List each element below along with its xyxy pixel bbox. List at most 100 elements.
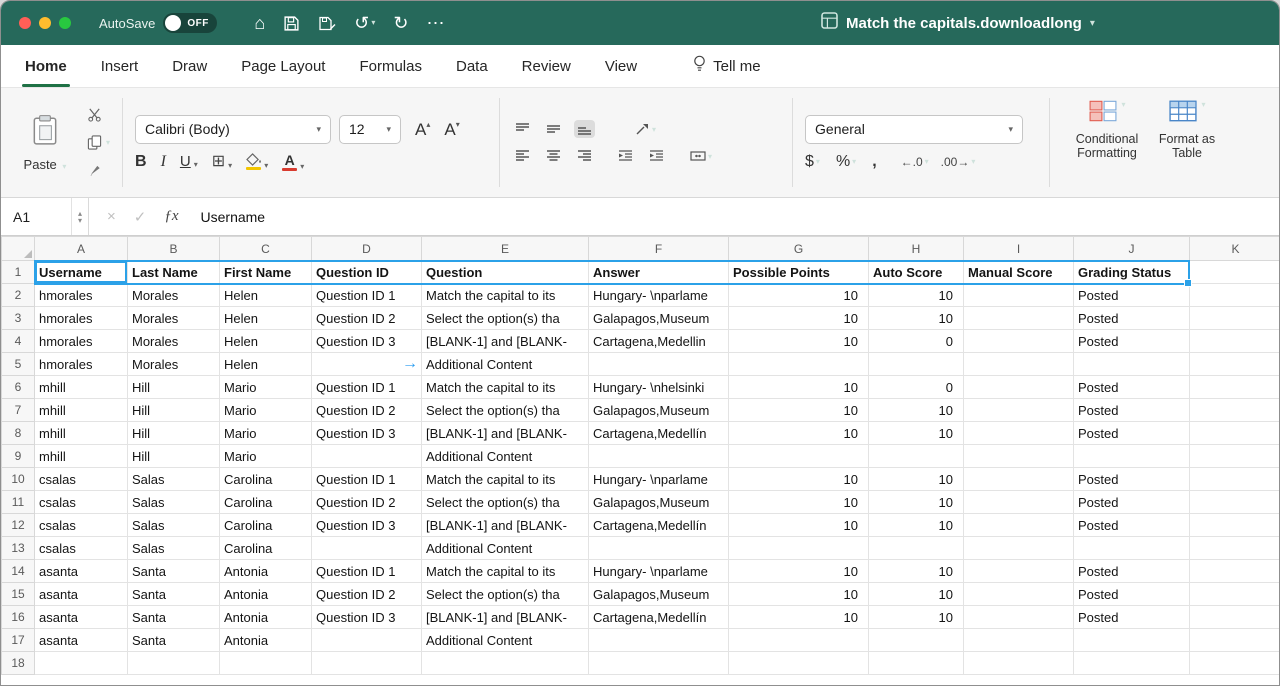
cell-K3[interactable]	[1190, 307, 1280, 330]
cell-D4[interactable]: Question ID 3	[312, 330, 422, 353]
cell-C13[interactable]: Carolina	[220, 537, 312, 560]
cell-B18[interactable]	[128, 652, 220, 675]
undo-button[interactable]: ↺▾	[354, 14, 375, 32]
cell-D18[interactable]	[312, 652, 422, 675]
cell-A11[interactable]: csalas	[35, 491, 128, 514]
cell-E10[interactable]: Match the capital to its	[422, 468, 589, 491]
bold-button[interactable]: B	[135, 154, 147, 170]
cell-F16[interactable]: Cartagena,Medellín	[589, 606, 729, 629]
cell-B15[interactable]: Santa	[128, 583, 220, 606]
cell-K6[interactable]	[1190, 376, 1280, 399]
cell-B3[interactable]: Morales	[128, 307, 220, 330]
font-name-select[interactable]: Calibri (Body) ▾	[135, 115, 331, 144]
cut-icon[interactable]	[87, 104, 110, 124]
cell-C2[interactable]: Helen	[220, 284, 312, 307]
fullscreen-button[interactable]	[59, 17, 71, 29]
cell-D1[interactable]: Question ID	[312, 261, 422, 284]
cell-B16[interactable]: Santa	[128, 606, 220, 629]
cell-A10[interactable]: csalas	[35, 468, 128, 491]
cell-D11[interactable]: Question ID 2	[312, 491, 422, 514]
font-size-select[interactable]: 12 ▾	[339, 115, 401, 144]
text-orientation-button[interactable]: ▾	[631, 120, 659, 138]
cell-B6[interactable]: Hill	[128, 376, 220, 399]
percent-format-button[interactable]: %▾	[836, 153, 856, 171]
underline-button[interactable]: U▾	[180, 154, 198, 169]
cell-I18[interactable]	[964, 652, 1074, 675]
tab-review[interactable]: Review	[522, 45, 571, 87]
cell-K12[interactable]	[1190, 514, 1280, 537]
cell-G6[interactable]: 10	[729, 376, 869, 399]
column-header-I[interactable]: I	[964, 237, 1074, 261]
cell-F9[interactable]	[589, 445, 729, 468]
column-header-D[interactable]: D	[312, 237, 422, 261]
cell-H10[interactable]: 10	[869, 468, 964, 491]
cell-D14[interactable]: Question ID 1	[312, 560, 422, 583]
name-box[interactable]: A1 ▴▾	[1, 198, 89, 235]
decrease-font-size-button[interactable]: A▾	[444, 121, 459, 138]
cell-K18[interactable]	[1190, 652, 1280, 675]
row-header-11[interactable]: 11	[2, 491, 35, 514]
name-box-stepper[interactable]: ▴▾	[71, 198, 88, 235]
tab-insert[interactable]: Insert	[101, 45, 139, 87]
cell-G9[interactable]	[729, 445, 869, 468]
cell-A7[interactable]: mhill	[35, 399, 128, 422]
cell-K2[interactable]	[1190, 284, 1280, 307]
column-header-G[interactable]: G	[729, 237, 869, 261]
column-header-A[interactable]: A	[35, 237, 128, 261]
cell-J12[interactable]: Posted	[1074, 514, 1190, 537]
cell-I5[interactable]	[964, 353, 1074, 376]
cell-H13[interactable]	[869, 537, 964, 560]
row-header-5[interactable]: 5	[2, 353, 35, 376]
row-header-14[interactable]: 14	[2, 560, 35, 583]
cell-J7[interactable]: Posted	[1074, 399, 1190, 422]
cell-I9[interactable]	[964, 445, 1074, 468]
row-header-7[interactable]: 7	[2, 399, 35, 422]
cell-C11[interactable]: Carolina	[220, 491, 312, 514]
cell-K5[interactable]	[1190, 353, 1280, 376]
cell-H8[interactable]: 10	[869, 422, 964, 445]
save-as-icon[interactable]	[318, 15, 336, 32]
cell-I15[interactable]	[964, 583, 1074, 606]
cell-A16[interactable]: asanta	[35, 606, 128, 629]
select-all-corner[interactable]	[2, 237, 35, 261]
cell-G5[interactable]	[729, 353, 869, 376]
close-button[interactable]	[19, 17, 31, 29]
cell-J1[interactable]: Grading Status	[1074, 261, 1190, 284]
cell-E14[interactable]: Match the capital to its	[422, 560, 589, 583]
cell-G4[interactable]: 10	[729, 330, 869, 353]
cell-B2[interactable]: Morales	[128, 284, 220, 307]
cell-E13[interactable]: Additional Content	[422, 537, 589, 560]
cell-F6[interactable]: Hungary- \nhelsinki	[589, 376, 729, 399]
row-header-2[interactable]: 2	[2, 284, 35, 307]
cell-J6[interactable]: Posted	[1074, 376, 1190, 399]
row-header-3[interactable]: 3	[2, 307, 35, 330]
cell-I4[interactable]	[964, 330, 1074, 353]
cell-B10[interactable]: Salas	[128, 468, 220, 491]
column-header-F[interactable]: F	[589, 237, 729, 261]
paste-button[interactable]: Paste ▾	[17, 96, 73, 189]
cell-K16[interactable]	[1190, 606, 1280, 629]
cell-H9[interactable]	[869, 445, 964, 468]
cell-D3[interactable]: Question ID 2	[312, 307, 422, 330]
number-format-select[interactable]: General ▾	[805, 115, 1023, 144]
cell-G13[interactable]	[729, 537, 869, 560]
cell-G18[interactable]	[729, 652, 869, 675]
cell-I3[interactable]	[964, 307, 1074, 330]
cell-D12[interactable]: Question ID 3	[312, 514, 422, 537]
cell-K17[interactable]	[1190, 629, 1280, 652]
increase-indent-icon[interactable]	[646, 147, 667, 165]
tab-view[interactable]: View	[605, 45, 637, 87]
cell-H2[interactable]: 10	[869, 284, 964, 307]
cell-J3[interactable]: Posted	[1074, 307, 1190, 330]
cell-H11[interactable]: 10	[869, 491, 964, 514]
cell-H18[interactable]	[869, 652, 964, 675]
cell-D6[interactable]: Question ID 1	[312, 376, 422, 399]
cell-E4[interactable]: [BLANK-1] and [BLANK-	[422, 330, 589, 353]
cell-G14[interactable]: 10	[729, 560, 869, 583]
cell-F12[interactable]: Cartagena,Medellín	[589, 514, 729, 537]
cell-J16[interactable]: Posted	[1074, 606, 1190, 629]
cell-F13[interactable]	[589, 537, 729, 560]
cell-G10[interactable]: 10	[729, 468, 869, 491]
row-header-4[interactable]: 4	[2, 330, 35, 353]
cell-K13[interactable]	[1190, 537, 1280, 560]
